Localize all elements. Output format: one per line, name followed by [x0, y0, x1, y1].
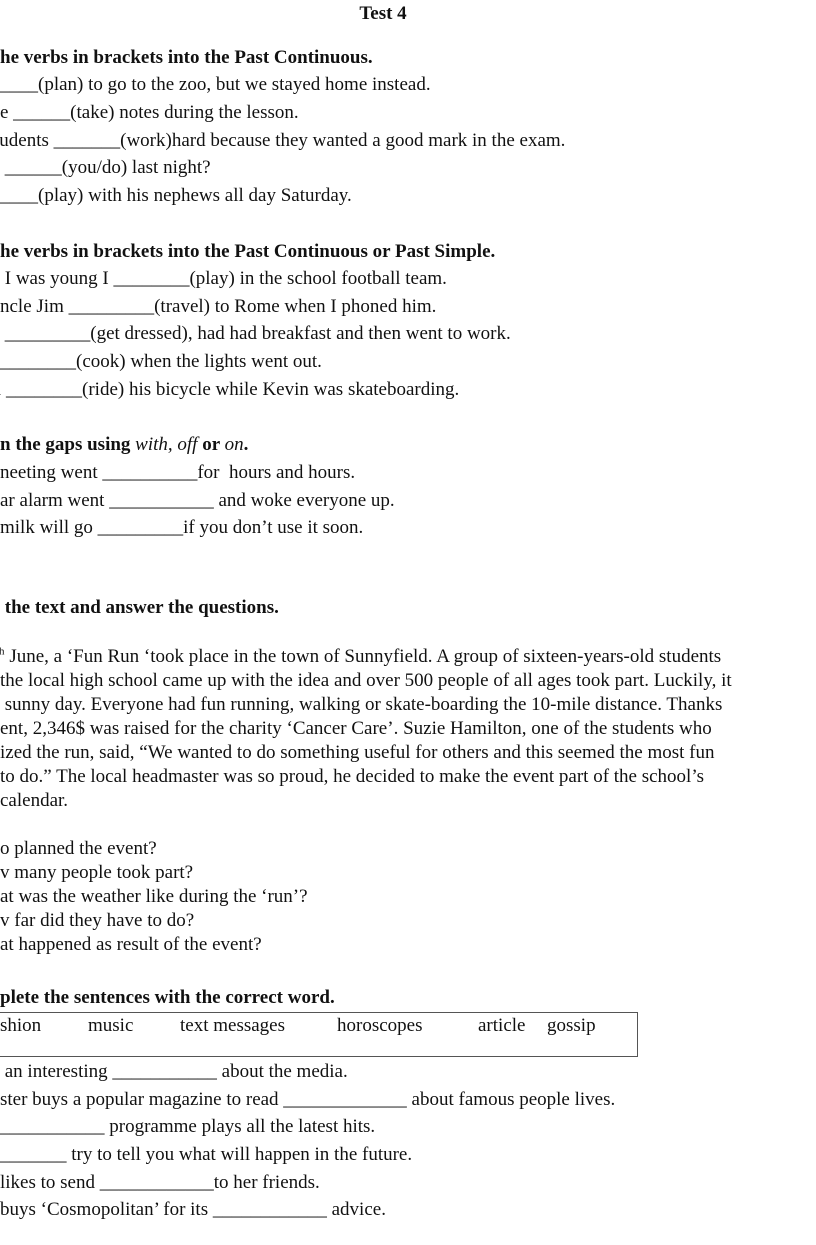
question-item: at was the weather like during the ‘run’…: [0, 886, 308, 907]
exercise-item: neeting went __________for hours and hou…: [0, 462, 356, 483]
word-bank-item: gossip: [547, 1015, 596, 1036]
question-item: v far did they have to do?: [0, 910, 195, 931]
passage-line: ent, 2,346$ was raised for the charity ‘…: [0, 718, 712, 739]
exercise-item: ____(plan) to go to the zoo, but we stay…: [0, 74, 431, 95]
question-item: v many people took part?: [0, 862, 194, 883]
heading-text: or: [197, 434, 225, 455]
exercise-item: _______ try to tell you what will happen…: [0, 1144, 413, 1165]
exercise-item: buys ‘Cosmopolitan’ for its ____________…: [0, 1199, 386, 1220]
section-5-heading: plete the sentences with the correct wor…: [0, 987, 335, 1008]
section-4-heading: the text and answer the questions.: [0, 597, 279, 618]
passage-line: the local high school came up with the i…: [0, 670, 732, 691]
exercise-item: ncle Jim _________(travel) to Rome when …: [0, 296, 437, 317]
section-3-heading: n the gaps using with, off or on.: [0, 434, 248, 456]
passage-line: th June, a ‘Fun Run ‘took place in the t…: [0, 646, 721, 668]
page-title: Test 4: [359, 3, 407, 24]
question-item: o planned the event?: [0, 838, 157, 859]
word-bank-item: music: [88, 1015, 134, 1036]
exercise-item: ___________ programme plays all the late…: [0, 1116, 376, 1137]
passage-line: sunny day. Everyone had fun running, wal…: [0, 694, 723, 715]
section-2-heading: he verbs in brackets into the Past Conti…: [0, 241, 496, 262]
exercise-item: ster buys a popular magazine to read ___…: [0, 1089, 616, 1110]
exercise-item: ________(cook) when the lights went out.: [0, 351, 322, 372]
exercise-item: _________(get dressed), had had breakfas…: [0, 323, 511, 344]
exercise-item: ar alarm went ___________ and woke every…: [0, 490, 395, 511]
exercise-item: I was young I ________(play) in the scho…: [0, 268, 447, 289]
question-item: at happened as result of the event?: [0, 934, 262, 955]
passage-line: calendar.: [0, 790, 69, 811]
word-bank-item: horoscopes: [337, 1015, 423, 1036]
exercise-item: likes to send ____________to her friends…: [0, 1172, 320, 1193]
word-bank-item: shion: [0, 1015, 42, 1036]
exercise-item: tudents _______(work)hard because they w…: [0, 130, 566, 151]
heading-italic: on: [224, 434, 244, 455]
heading-italic: with, off: [135, 434, 198, 455]
exercise-item: ______(you/do) last night?: [0, 157, 211, 178]
section-1-heading: he verbs in brackets into the Past Conti…: [0, 47, 373, 68]
exercise-item: l ________(ride) his bicycle while Kevin…: [0, 379, 460, 400]
passage-text: June, a ‘Fun Run ‘took place in the town…: [4, 646, 722, 667]
passage-line: to do.” The local headmaster was so prou…: [0, 766, 705, 787]
heading-text: .: [243, 434, 249, 455]
passage-line: ized the run, said, “We wanted to do som…: [0, 742, 715, 763]
exercise-item: milk will go _________if you don’t use i…: [0, 517, 364, 538]
word-bank-item: text messages: [180, 1015, 286, 1036]
heading-text: n the gaps using: [0, 434, 136, 455]
exercise-item: ____(play) with his nephews all day Satu…: [0, 185, 352, 206]
exercise-item: e ______(take) notes during the lesson.: [0, 102, 299, 123]
exercise-item: an interesting ___________ about the med…: [0, 1061, 348, 1082]
word-bank-item: article: [478, 1015, 526, 1036]
